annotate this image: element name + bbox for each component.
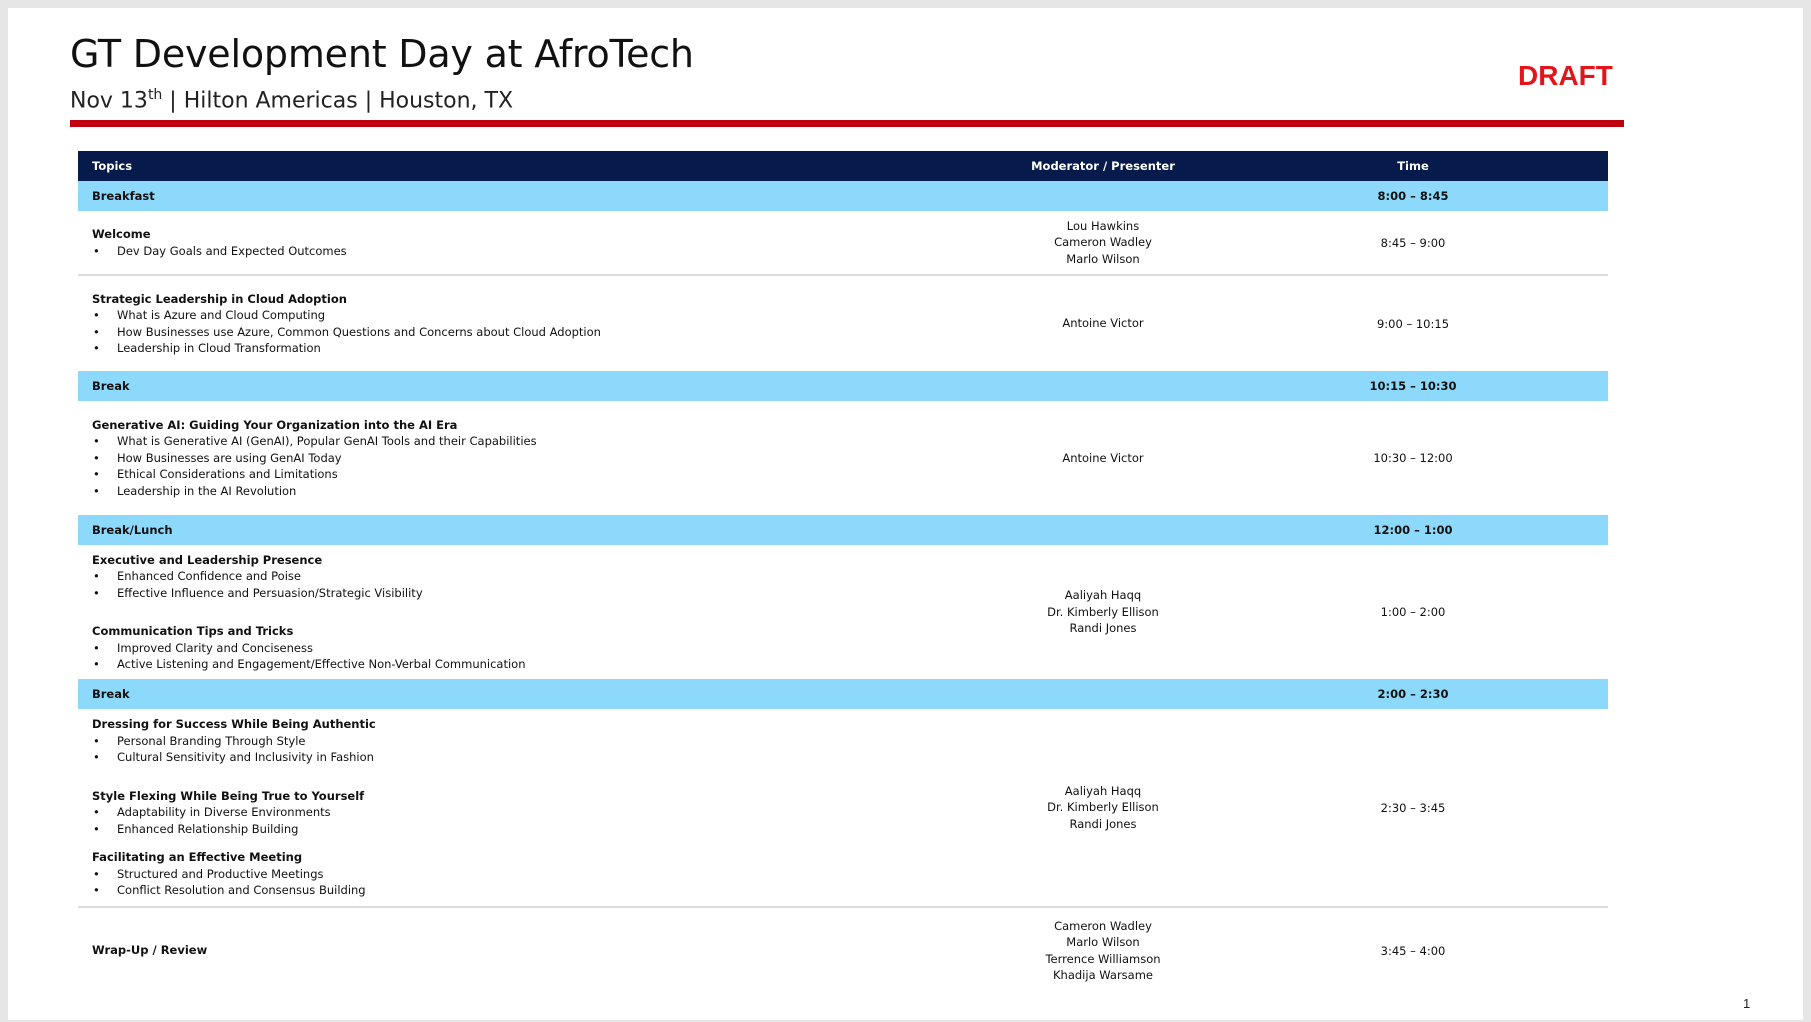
session-title: Communication Tips and Tricks	[92, 624, 294, 638]
session-time: 8:45 – 9:00	[1278, 211, 1608, 276]
bullet-item: Active Listening and Engagement/Effectiv…	[92, 656, 928, 673]
header-topics: Topics	[78, 151, 928, 181]
session-strategic: Strategic Leadership in Cloud Adoption W…	[78, 275, 1608, 371]
header-time: Time	[1278, 151, 1608, 181]
session-title: Executive and Leadership Presence	[92, 552, 323, 567]
session-time: 2:30 – 3:45	[1278, 709, 1608, 908]
bullet-item: Improved Clarity and Conciseness	[92, 640, 928, 657]
break-time: 2:00 – 2:30	[1278, 679, 1608, 709]
session-title: Style Flexing While Being True to Yourse…	[92, 788, 365, 803]
bullet-item: Leadership in the AI Revolution	[92, 483, 928, 500]
bullet-item: Cultural Sensitivity and Inclusivity in …	[92, 749, 928, 766]
session-wrapup: Wrap-Up / Review Cameron Wadley Marlo Wi…	[78, 907, 1608, 993]
date-ordinal: th	[147, 87, 163, 103]
break-label: Break	[78, 679, 928, 709]
lunch-row: Break/Lunch 12:00 – 1:00	[78, 515, 1608, 545]
session-title: Generative AI: Guiding Your Organization…	[92, 417, 458, 432]
bullet-item: How Businesses use Azure, Common Questio…	[92, 324, 928, 341]
presenters: Antoine Victor	[1062, 316, 1144, 331]
bullet-item: What is Azure and Cloud Computing	[92, 307, 928, 324]
header-moderator: Moderator / Presenter	[928, 151, 1278, 181]
breakfast-row: Breakfast 8:00 – 8:45	[78, 181, 1608, 211]
bullet-item: What is Generative AI (GenAI), Popular G…	[92, 433, 928, 450]
event-subtitle: Nov 13th | Hilton Americas | Houston, TX	[70, 87, 513, 113]
breakfast-label: Breakfast	[78, 181, 928, 211]
bullet-item: Structured and Productive Meetings	[92, 866, 928, 883]
bullet-item: Dev Day Goals and Expected Outcomes	[92, 243, 928, 260]
bullet-item: Ethical Considerations and Limitations	[92, 466, 928, 483]
presenters: Cameron Wadley Marlo Wilson Terrence Wil…	[1045, 918, 1161, 983]
breakfast-time: 8:00 – 8:45	[1278, 181, 1608, 211]
session-title: Wrap-Up / Review	[92, 943, 208, 958]
bullet-item: Leadership in Cloud Transformation	[92, 340, 928, 357]
draft-label: DRAFT	[1518, 60, 1613, 91]
bullet-item: Enhanced Confidence and Poise	[92, 568, 928, 585]
event-date: Nov 13	[70, 88, 148, 114]
agenda-table: Topics Moderator / Presenter Time Breakf…	[78, 151, 1608, 993]
bullet-item: Personal Branding Through Style	[92, 733, 928, 750]
session-time: 9:00 – 10:15	[1376, 316, 1450, 331]
page-title: GT Development Day at AfroTech	[70, 32, 694, 76]
session-title: Dressing for Success While Being Authent…	[92, 717, 376, 732]
session-dressing: Dressing for Success While Being Authent…	[78, 709, 1608, 908]
session-time: 10:30 – 12:00	[1373, 451, 1453, 465]
bullet-item: Effective Influence and Persuasion/Strat…	[92, 585, 928, 602]
break-label: Break	[78, 371, 928, 401]
session-time: 3:45 – 4:00	[1380, 943, 1446, 958]
session-welcome: Welcome Dev Day Goals and Expected Outco…	[78, 211, 1608, 276]
bullet-item: Enhanced Relationship Building	[92, 821, 928, 838]
break-time: 10:15 – 10:30	[1278, 371, 1608, 401]
event-location: | Hilton Americas | Houston, TX	[162, 88, 514, 114]
break-row: Break 10:15 – 10:30	[78, 371, 1608, 401]
presenters: Aaliyah Haqq Dr. Kimberly Ellison Randi …	[1047, 588, 1159, 636]
session-genai: Generative AI: Guiding Your Organization…	[78, 401, 1608, 515]
lunch-time: 12:00 – 1:00	[1278, 515, 1608, 545]
bullet-item: How Businesses are using GenAI Today	[92, 450, 928, 467]
table-header-row: Topics Moderator / Presenter Time	[78, 151, 1608, 181]
session-title: Facilitating an Effective Meeting	[92, 850, 303, 865]
presenters: Antoine Victor	[1062, 450, 1144, 465]
break-row: Break 2:00 – 2:30	[78, 679, 1608, 709]
session-time: 1:00 – 2:00	[1380, 605, 1446, 619]
session-title: Strategic Leadership in Cloud Adoption	[92, 291, 347, 306]
lunch-label: Break/Lunch	[78, 515, 928, 545]
page-number: 1	[1743, 996, 1751, 1011]
title-underline	[70, 120, 1624, 127]
slide: GT Development Day at AfroTech Nov 13th …	[8, 8, 1803, 1020]
session-exec: Executive and Leadership Presence Enhanc…	[78, 545, 1608, 679]
presenters: Lou Hawkins Cameron Wadley Marlo Wilson	[928, 211, 1278, 276]
bullet-item: Conflict Resolution and Consensus Buildi…	[92, 882, 928, 899]
bullet-item: Adaptability in Diverse Environments	[92, 804, 928, 821]
presenters: Aaliyah Haqq Dr. Kimberly Ellison Randi …	[928, 709, 1278, 908]
session-title: Welcome	[92, 227, 151, 241]
